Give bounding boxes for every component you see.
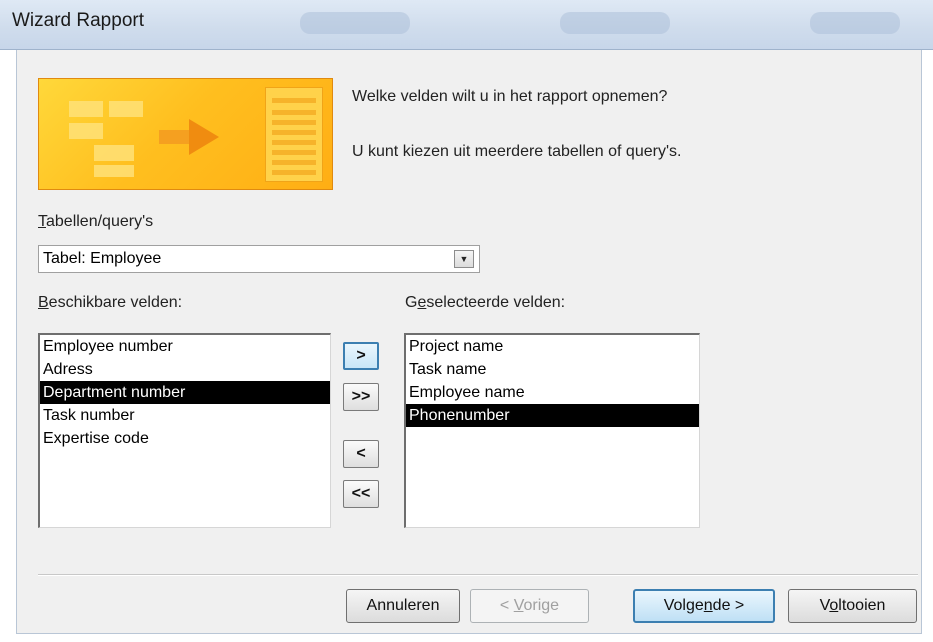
next-button-label: Volge [663, 597, 704, 614]
list-item[interactable]: Task number [40, 404, 330, 427]
footer-divider [38, 574, 918, 576]
selected-fields-label-text: selecteerde velden: [426, 294, 566, 311]
available-fields-label: Beschikbare velden: [38, 294, 182, 312]
blurred-background [560, 12, 670, 34]
table-grid-icon [69, 123, 103, 139]
mnemonic: B [38, 294, 49, 311]
mnemonic: n [703, 597, 713, 614]
remove-all-fields-button[interactable]: << [343, 480, 379, 508]
arrow-icon [189, 119, 219, 155]
arrow-icon [159, 130, 191, 144]
table-grid-icon [94, 165, 134, 177]
back-button[interactable]: < Vorige [470, 589, 589, 623]
blurred-background [810, 12, 900, 34]
next-button-label: de > [712, 597, 745, 614]
wizard-banner-image [38, 78, 333, 190]
chevron-down-icon: ▼ [459, 254, 469, 264]
list-item[interactable]: Adress [40, 358, 330, 381]
report-document-icon [265, 87, 323, 182]
mnemonic: V [513, 597, 524, 614]
dropdown-button[interactable]: ▼ [454, 250, 474, 268]
mnemonic: T [38, 213, 46, 230]
remove-field-button[interactable]: < [343, 440, 379, 468]
list-item[interactable]: Employee name [406, 381, 699, 404]
intro-hint: U kunt kiezen uit meerdere tabellen of q… [352, 143, 682, 160]
source-label: Tabellen/query's [38, 213, 153, 231]
finish-button-label: ltooien [838, 597, 886, 614]
intro-question: Welke velden wilt u in het rapport opnem… [352, 88, 668, 105]
list-item[interactable]: Task name [406, 358, 699, 381]
cancel-button[interactable]: Annuleren [346, 589, 460, 623]
title-bar: Wizard Rapport [0, 0, 933, 50]
table-grid-icon [109, 101, 143, 117]
list-item[interactable]: Expertise code [40, 427, 330, 450]
selected-fields-label-text: G [405, 294, 418, 311]
selected-fields-label: Geselecteerde velden: [405, 294, 565, 312]
source-select[interactable]: Tabel: Employee ▼ [38, 245, 480, 273]
source-select-value: Tabel: Employee [43, 250, 162, 267]
list-item[interactable]: Employee number [40, 335, 330, 358]
finish-button[interactable]: Voltooien [788, 589, 917, 623]
selected-fields-list[interactable]: Project name Task name Employee name Pho… [404, 333, 700, 528]
add-all-fields-button[interactable]: >> [343, 383, 379, 411]
available-fields-list[interactable]: Employee number Adress Department number… [38, 333, 331, 528]
finish-button-label: V [819, 597, 830, 614]
table-grid-icon [69, 101, 103, 117]
blurred-background [300, 12, 410, 34]
table-grid-icon [94, 145, 134, 161]
available-fields-label-text: eschikbare velden: [48, 294, 183, 311]
back-button-label: orige [523, 597, 560, 614]
window-title: Wizard Rapport [12, 10, 144, 31]
next-button[interactable]: Volgende > [633, 589, 775, 623]
add-field-button[interactable]: > [343, 342, 379, 370]
source-label-text: abellen/query's [46, 213, 154, 230]
list-item[interactable]: Phonenumber [406, 404, 699, 427]
back-button-label: < [499, 597, 514, 614]
list-item[interactable]: Department number [40, 381, 330, 404]
mnemonic: o [829, 597, 839, 614]
list-item[interactable]: Project name [406, 335, 699, 358]
